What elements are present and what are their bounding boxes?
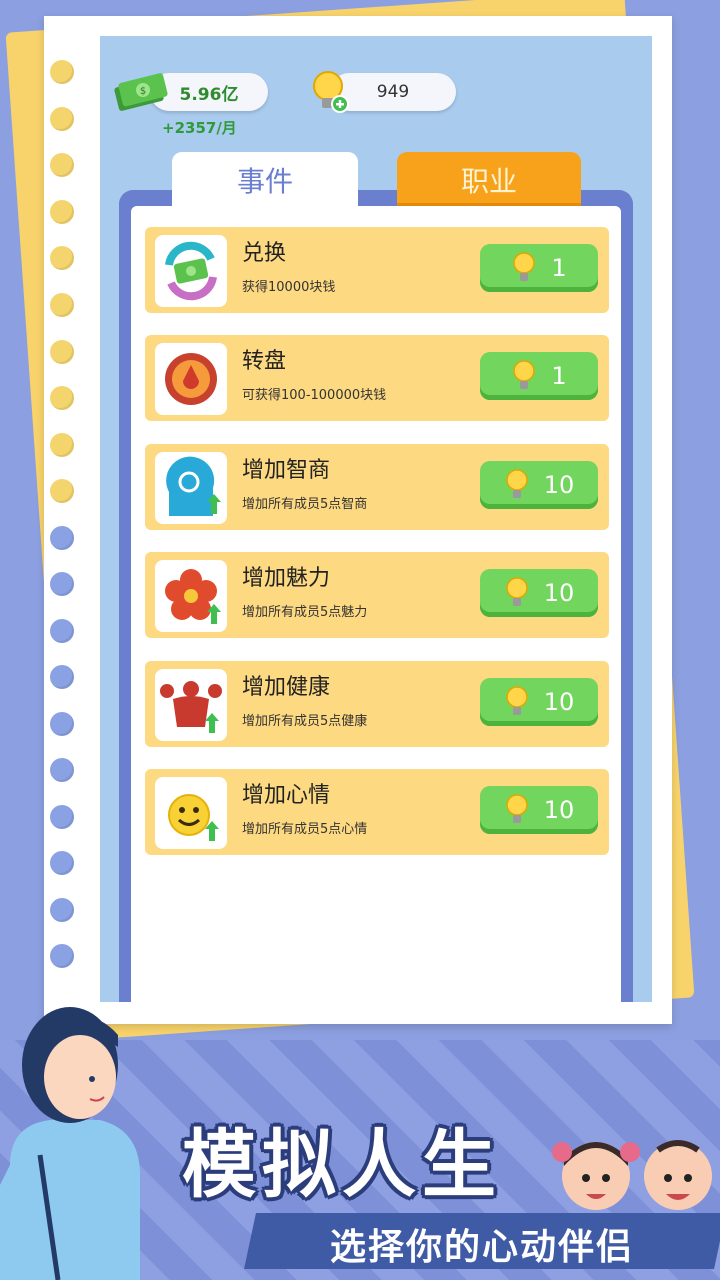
event-card-wheel: 转盘 可获得100-100000块钱 1 [145,335,609,421]
event-description: 获得10000块钱 [242,280,336,295]
event-description: 增加所有成员5点健康 [242,714,368,729]
event-title: 增加智商 [242,458,331,483]
event-card-iq: 增加智商 增加所有成员5点智商 10 [145,444,609,530]
binder-ring [50,526,74,550]
binder-ring [50,805,74,829]
buy-charm-button[interactable]: 10 [480,569,598,617]
event-description: 增加所有成员5点魅力 [242,605,368,620]
lightbulb-add-icon[interactable] [310,68,350,116]
binder-ring [50,851,74,875]
muscle-icon [155,669,227,741]
event-title: 增加健康 [242,675,331,700]
tab-events[interactable]: 事件 [172,152,358,208]
event-description: 增加所有成员5点心情 [242,822,368,837]
tab-events-label: 事件 [236,165,293,198]
event-title: 增加魅力 [242,566,331,591]
binder-ring [50,758,74,782]
event-description: 可获得100-100000块钱 [242,388,387,403]
event-title: 增加心情 [242,783,331,808]
event-card-exchange: 兑换 获得10000块钱 1 [145,227,609,313]
binder-ring [50,386,74,410]
girl-character-illustration [0,1007,140,1280]
baby-characters-illustration [552,1140,712,1210]
binder-ring [50,60,74,84]
svg-text:$: $ [140,86,146,97]
binder-ring [50,293,74,317]
binder-ring [50,944,74,968]
binder-ring [50,898,74,922]
cost-value: 10 [543,688,575,716]
cost-value: 1 [551,254,567,282]
buy-mood-button[interactable]: 10 [480,786,598,834]
event-card-mood: 增加心情 增加所有成员5点心情 10 [145,769,609,855]
wheel-icon [155,343,227,415]
banner-title: 模拟人生 [182,1122,502,1208]
lightbulb-icon [513,252,536,281]
buy-wheel-button[interactable]: 1 [480,352,598,400]
lightbulb-icon [505,469,528,498]
cash-icon: $ [114,73,168,111]
lightbulb-icon [505,686,528,715]
binder-ring [50,665,74,689]
event-description: 增加所有成员5点智商 [242,497,368,512]
binder-ring [50,479,74,503]
binder-ring [50,107,74,131]
binder-ring [50,340,74,364]
lightbulb-icon [505,794,528,823]
cash-amount: 5.96亿 [179,84,239,105]
binder-ring [50,572,74,596]
event-card-charm: 增加魅力 增加所有成员5点魅力 10 [145,552,609,638]
cost-value: 10 [543,471,575,499]
cash-monthly-income: +2357/月 [162,119,237,137]
binder-ring [50,246,74,270]
lightbulb-icon [513,360,536,389]
event-title: 转盘 [242,349,287,374]
binder-ring [50,153,74,177]
buy-exchange-button[interactable]: 1 [480,244,598,292]
cost-value: 10 [543,579,575,607]
binder-ring [50,619,74,643]
cost-value: 10 [543,796,575,824]
tab-career[interactable]: 职业 [397,152,581,208]
smiley-icon [155,777,227,849]
tab-career-label: 职业 [460,165,517,198]
lightbulb-icon [505,577,528,606]
flower-icon [155,560,227,632]
money-exchange-icon [155,235,227,307]
event-card-health: 增加健康 增加所有成员5点健康 10 [145,661,609,747]
bulb-amount: 949 [376,82,410,102]
binder-ring [50,200,74,224]
buy-iq-button[interactable]: 10 [480,461,598,509]
binder-ring [50,712,74,736]
buy-health-button[interactable]: 10 [480,678,598,726]
event-title: 兑换 [242,241,287,266]
brain-icon [155,452,227,524]
binder-ring [50,433,74,457]
cost-value: 1 [551,362,567,390]
